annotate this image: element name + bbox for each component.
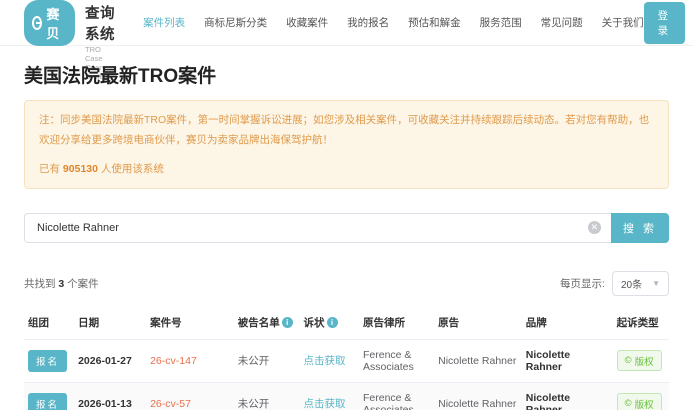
case-type-badge: ©版权 [617,393,662,410]
law-firm-value: Ference & Associates [359,382,434,410]
page-size-select[interactable]: 20条 ▼ [612,271,669,296]
header-defendants: 被告名单i [234,306,300,340]
login-button[interactable]: 登 录 [644,2,686,44]
table-row: 报名 2026-01-27 26-cv-147 未公开 点击获取 Ference… [24,339,669,382]
case-date: 2026-01-13 [74,382,146,410]
table-header-row: 组团 日期 案件号 被告名单i 诉状i 原告律所 原告 品牌 起诉类型 [24,306,669,340]
results-toolbar: 共找到 3 个案件 每页显示: 20条 ▼ [24,271,669,296]
brand-value: Nicolette Rahner [522,382,613,410]
page-size-control: 每页显示: 20条 ▼ [560,271,669,296]
case-type-label: 版权 [635,397,654,410]
nav-item-settlement-estimate[interactable]: 预估和解金 [408,15,461,30]
results-summary: 共找到 3 个案件 [24,276,99,291]
notice-text: 注：同步美国法院最新TRO案件，第一时间掌握诉讼进展；如您涉及相关案件，可收藏关… [39,111,654,151]
nav-item-favorites[interactable]: 收藏案件 [286,15,328,30]
cases-table: 组团 日期 案件号 被告名单i 诉状i 原告律所 原告 品牌 起诉类型 报名 2… [24,306,669,410]
page-size-value: 20条 [621,276,642,291]
complaint-link[interactable]: 点击获取 [304,398,346,410]
header-case-no: 案件号 [146,306,234,340]
header-date: 日期 [74,306,146,340]
defendants-value: 未公开 [234,339,300,382]
usage-prefix: 已有 [39,163,63,175]
nav-item-nice-classification[interactable]: 商标尼斯分类 [204,15,267,30]
case-type-badge: ©版权 [617,350,662,371]
header-plaintiff: 原告 [434,306,522,340]
copyright-icon: © [625,398,632,409]
usage-count: 905130 [63,163,98,175]
case-type-label: 版权 [635,354,654,368]
plaintiff-value: Nicolette Rahner [434,339,522,382]
clear-input-icon[interactable]: ✕ [588,221,601,234]
copyright-icon: © [625,355,632,366]
header-complaint: 诉状i [300,306,359,340]
search-input[interactable] [24,213,611,243]
table-row: 报名 2026-01-13 26-cv-57 未公开 点击获取 Ference … [24,382,669,410]
app-title: TRO案件查询系统 [85,0,117,44]
case-number-link[interactable]: 26-cv-57 [150,398,191,410]
logo-text: 赛贝 [46,4,63,42]
header-law-firm: 原告律所 [359,306,434,340]
search-bar: ✕ 搜 索 [24,213,669,243]
header-type: 起诉类型 [613,306,669,340]
nav-item-case-list[interactable]: 案件列表 [143,15,185,30]
case-number-link[interactable]: 26-cv-147 [150,355,197,367]
results-summary-prefix: 共找到 [24,278,58,290]
brand-value: Nicolette Rahner [522,339,613,382]
nav-item-about[interactable]: 关于我们 [602,15,644,30]
main-content: 美国法院最新TRO案件 注：同步美国法院最新TRO案件，第一时间掌握诉讼进展；如… [0,61,693,410]
search-button[interactable]: 搜 索 [611,213,669,243]
nav-item-faq[interactable]: 常见问题 [541,15,583,30]
results-summary-suffix: 个案件 [64,278,98,290]
nav-item-services[interactable]: 服务范围 [480,15,522,30]
main-nav: 案件列表 商标尼斯分类 收藏案件 我的报名 预估和解金 服务范围 常见问题 关于… [143,15,644,30]
header-defendants-label: 被告名单 [238,317,280,329]
law-firm-value: Ference & Associates [359,339,434,382]
header-brand: 品牌 [522,306,613,340]
defendants-value: 未公开 [234,382,300,410]
plaintiff-value: Nicolette Rahner [434,382,522,410]
complaint-link[interactable]: 点击获取 [304,355,346,367]
complaint-info-icon[interactable]: i [327,317,338,328]
signup-button[interactable]: 报名 [28,350,67,372]
case-date: 2026-01-27 [74,339,146,382]
nav-item-my-signups[interactable]: 我的报名 [347,15,389,30]
notice-banner: 注：同步美国法院最新TRO案件，第一时间掌握诉讼进展；如您涉及相关案件，可收藏关… [24,100,669,189]
page-title: 美国法院最新TRO案件 [24,61,669,88]
usage-suffix: 人使用该系统 [98,163,164,175]
defendants-info-icon[interactable]: i [282,317,293,328]
search-input-wrap: ✕ [24,213,611,243]
header-group: 组团 [24,306,74,340]
usage-stats: 已有 905130 人使用该系统 [39,161,654,176]
chevron-down-icon: ▼ [652,279,660,288]
saibei-logo[interactable]: 赛贝 [24,0,75,46]
signup-button[interactable]: 报名 [28,393,67,410]
saibei-logo-icon [32,16,42,30]
top-header: 赛贝 TRO案件查询系统 TRO Case Query System 案件列表 … [0,0,693,46]
page-size-label: 每页显示: [560,276,605,291]
header-complaint-label: 诉状 [304,317,325,329]
